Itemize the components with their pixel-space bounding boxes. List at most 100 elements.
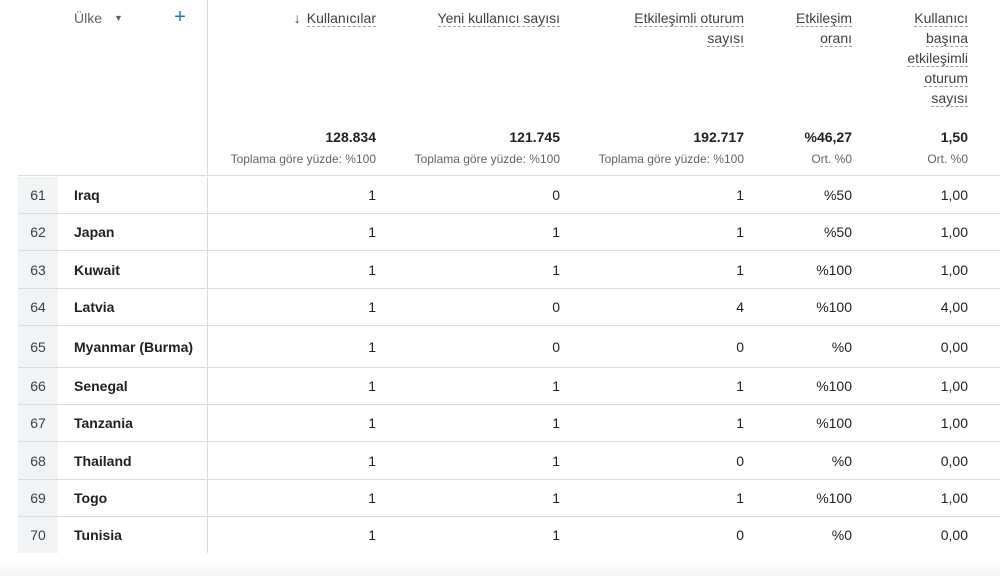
metric-cell: 4 bbox=[736, 299, 744, 315]
country-cell[interactable]: Iraq bbox=[74, 177, 208, 213]
metric-header-text: Etkileşimli oturum bbox=[634, 10, 744, 27]
metric-cell: 0 bbox=[552, 299, 560, 315]
country-cell[interactable]: Kuwait bbox=[74, 251, 208, 288]
metric-header-label: sayısı bbox=[582, 28, 744, 48]
country-cell[interactable]: Myanmar (Burma) bbox=[74, 326, 208, 367]
metric-total: 121.745 bbox=[509, 129, 560, 145]
metric-header-text: Kullanıcı bbox=[914, 10, 968, 27]
metric-header-2[interactable]: Etkileşimli oturum sayısı bbox=[582, 8, 744, 48]
metric-total-subtext: Ort. %0 bbox=[811, 152, 852, 166]
metric-cell: 1 bbox=[736, 490, 744, 506]
metric-header-label: oturum bbox=[858, 68, 968, 88]
row-index: 63 bbox=[18, 251, 58, 288]
row-index: 70 bbox=[18, 517, 58, 553]
table-row[interactable]: 69 Togo 1 1 1 %100 1,00 bbox=[18, 480, 1000, 517]
metric-cell: 1 bbox=[736, 261, 744, 278]
metric-header-text: sayısı bbox=[707, 30, 744, 47]
row-index: 67 bbox=[18, 405, 58, 441]
metric-cell: %100 bbox=[816, 299, 852, 315]
metric-header-text: başına bbox=[925, 30, 968, 47]
country-cell[interactable]: Senegal bbox=[74, 368, 208, 404]
metric-total: 1,50 bbox=[940, 129, 968, 145]
metric-cell: 1,00 bbox=[940, 378, 968, 394]
metric-cell: %100 bbox=[816, 490, 852, 506]
country-cell[interactable]: Japan bbox=[74, 214, 208, 250]
dimension-label: Ülke bbox=[74, 10, 103, 26]
row-index: 62 bbox=[18, 214, 58, 250]
metric-header-text: oranı bbox=[820, 30, 852, 47]
plus-icon[interactable]: + bbox=[170, 5, 190, 29]
metric-cell: 0,00 bbox=[940, 338, 968, 355]
metric-cell: 1,00 bbox=[940, 224, 968, 240]
metric-cell: 1 bbox=[368, 452, 376, 469]
report-table: Ülke ▼ + ↓ Kullanıcılar 128.834 Toplama gör… bbox=[18, 0, 1000, 553]
metric-header-1[interactable]: Yeni kullanıcı sayısı bbox=[398, 8, 560, 28]
row-index: 66 bbox=[18, 368, 58, 404]
metric-cell: %0 bbox=[831, 527, 852, 543]
table-row[interactable]: 70 Tunisia 1 1 0 %0 0,00 bbox=[18, 517, 1000, 553]
metric-header-label: etkileşimli bbox=[858, 48, 968, 68]
metric-header-label: Etkileşimli oturum bbox=[582, 8, 744, 28]
table-row[interactable]: 63 Kuwait 1 1 1 %100 1,00 bbox=[18, 251, 1000, 289]
metric-cell: 1 bbox=[368, 299, 376, 315]
metric-header-label: Yeni kullanıcı sayısı bbox=[398, 8, 560, 28]
metric-total: %46,27 bbox=[804, 129, 852, 145]
metric-header-text: Kullanıcılar bbox=[306, 10, 376, 27]
metric-cell: 0,00 bbox=[940, 452, 968, 469]
metric-header-0[interactable]: ↓ Kullanıcılar bbox=[214, 8, 376, 28]
metric-cell: 1,00 bbox=[940, 187, 968, 203]
table-row[interactable]: 68 Thailand 1 1 0 %0 0,00 bbox=[18, 442, 1000, 480]
table-row[interactable]: 65 Myanmar (Burma) 1 0 0 %0 0,00 bbox=[18, 326, 1000, 368]
metric-total-subtext: Toplama göre yüzde: %100 bbox=[230, 152, 376, 166]
metric-header-4[interactable]: Kullanıcı başına etkileşimli oturum sayısı bbox=[858, 8, 968, 108]
table-row[interactable]: 67 Tanzania 1 1 1 %100 1,00 bbox=[18, 405, 1000, 442]
metric-cell: 1 bbox=[552, 527, 560, 543]
metric-total-subtext: Ort. %0 bbox=[927, 152, 968, 166]
metric-cell: 0,00 bbox=[940, 527, 968, 543]
metric-cell: 0 bbox=[552, 338, 560, 355]
metric-header-label: sayısı bbox=[858, 88, 968, 108]
metric-header-3[interactable]: Etkileşim oranı bbox=[766, 8, 852, 48]
metric-cell: 0 bbox=[552, 187, 560, 203]
table-row[interactable]: 62 Japan 1 1 1 %50 1,00 bbox=[18, 214, 1000, 251]
metric-cell: %50 bbox=[823, 187, 852, 203]
metric-header-text: Yeni kullanıcı sayısı bbox=[437, 10, 560, 27]
bottom-fade bbox=[0, 560, 1000, 576]
country-cell[interactable]: Thailand bbox=[74, 442, 208, 479]
country-cell[interactable]: Tanzania bbox=[74, 405, 208, 441]
metric-cell: 1 bbox=[736, 187, 744, 203]
table-header: Ülke ▼ + ↓ Kullanıcılar 128.834 Toplama gör… bbox=[18, 0, 1000, 176]
table-row[interactable]: 64 Latvia 1 0 4 %100 4,00 bbox=[18, 289, 1000, 326]
dimension-selector[interactable]: Ülke ▼ bbox=[74, 10, 123, 26]
metric-cell: %0 bbox=[831, 338, 852, 355]
table-row[interactable]: 61 Iraq 1 0 1 %50 1,00 bbox=[18, 177, 1000, 214]
metric-header-label: Kullanıcı bbox=[858, 8, 968, 28]
metric-cell: 0 bbox=[736, 452, 744, 469]
metric-header-text: oturum bbox=[924, 70, 968, 87]
metric-cell: 1 bbox=[368, 187, 376, 203]
metric-header-text: etkileşimli bbox=[907, 50, 968, 67]
metric-total-subtext: Toplama göre yüzde: %100 bbox=[598, 152, 744, 166]
metric-cell: 1 bbox=[552, 224, 560, 240]
metric-cell: %50 bbox=[823, 224, 852, 240]
metric-cell: 1 bbox=[368, 224, 376, 240]
metric-cell: %0 bbox=[831, 452, 852, 469]
row-index: 64 bbox=[18, 289, 58, 325]
metric-cell: 1 bbox=[552, 490, 560, 506]
country-cell[interactable]: Latvia bbox=[74, 289, 208, 325]
metric-cell: 1 bbox=[552, 452, 560, 469]
table-row[interactable]: 66 Senegal 1 1 1 %100 1,00 bbox=[18, 368, 1000, 405]
dimension-header: Ülke ▼ + bbox=[18, 0, 208, 176]
metric-total: 192.717 bbox=[693, 129, 744, 145]
country-cell[interactable]: Tunisia bbox=[74, 517, 208, 553]
metric-cell: 1 bbox=[736, 224, 744, 240]
metric-cell: %100 bbox=[816, 261, 852, 278]
country-cell[interactable]: Togo bbox=[74, 480, 208, 516]
metric-total-subtext: Toplama göre yüzde: %100 bbox=[414, 152, 560, 166]
metric-header-label: Etkileşim bbox=[766, 8, 852, 28]
metric-cell: 0 bbox=[736, 527, 744, 543]
row-index: 69 bbox=[18, 480, 58, 516]
metric-cell: 1 bbox=[368, 415, 376, 431]
metric-header-text: sayısı bbox=[931, 90, 968, 107]
metric-header-text: Etkileşim bbox=[795, 10, 852, 27]
